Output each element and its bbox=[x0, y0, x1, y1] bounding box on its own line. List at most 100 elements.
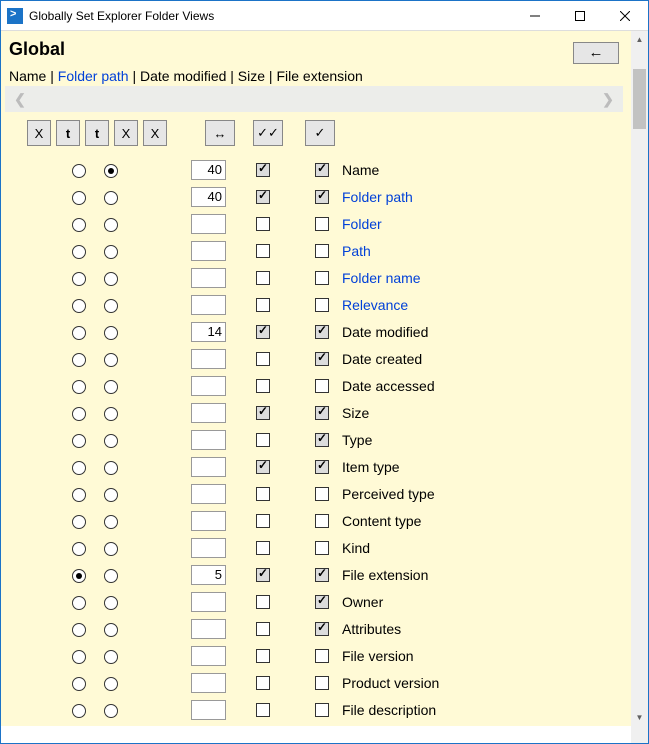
row-check-2[interactable] bbox=[315, 217, 329, 231]
row-check-1[interactable] bbox=[256, 244, 270, 258]
row-radio-2[interactable] bbox=[104, 380, 118, 394]
row-width-input[interactable] bbox=[191, 160, 226, 180]
row-radio-2[interactable] bbox=[104, 488, 118, 502]
row-radio-2[interactable] bbox=[104, 164, 118, 178]
row-check-1[interactable] bbox=[256, 190, 270, 204]
row-radio-2[interactable] bbox=[104, 677, 118, 691]
row-check-2[interactable] bbox=[315, 568, 329, 582]
row-radio-2[interactable] bbox=[104, 245, 118, 259]
row-width-input[interactable] bbox=[191, 646, 226, 666]
row-radio-1[interactable] bbox=[72, 380, 86, 394]
row-check-1[interactable] bbox=[256, 514, 270, 528]
row-width-input[interactable] bbox=[191, 376, 226, 396]
scrollbar-thumb[interactable] bbox=[633, 69, 646, 129]
row-check-2[interactable] bbox=[315, 676, 329, 690]
row-check-1[interactable] bbox=[256, 163, 270, 177]
row-check-1[interactable] bbox=[256, 703, 270, 717]
row-width-input[interactable] bbox=[191, 403, 226, 423]
row-check-2[interactable] bbox=[315, 649, 329, 663]
maximize-button[interactable] bbox=[557, 1, 602, 30]
row-check-2[interactable] bbox=[315, 244, 329, 258]
row-radio-1[interactable] bbox=[72, 326, 86, 340]
row-check-1[interactable] bbox=[256, 568, 270, 582]
row-check-1[interactable] bbox=[256, 325, 270, 339]
row-radio-2[interactable] bbox=[104, 596, 118, 610]
row-check-1[interactable] bbox=[256, 649, 270, 663]
row-check-1[interactable] bbox=[256, 433, 270, 447]
hdr-btn-check-one[interactable]: ✓ bbox=[305, 120, 335, 146]
row-check-1[interactable] bbox=[256, 217, 270, 231]
row-check-2[interactable] bbox=[315, 406, 329, 420]
row-check-2[interactable] bbox=[315, 622, 329, 636]
row-radio-2[interactable] bbox=[104, 569, 118, 583]
row-check-2[interactable] bbox=[315, 460, 329, 474]
row-check-2[interactable] bbox=[315, 325, 329, 339]
row-check-1[interactable] bbox=[256, 460, 270, 474]
scrollbar-down-icon[interactable]: ▼ bbox=[631, 709, 648, 726]
row-width-input[interactable] bbox=[191, 214, 226, 234]
row-width-input[interactable] bbox=[191, 322, 226, 342]
row-radio-2[interactable] bbox=[104, 299, 118, 313]
row-check-2[interactable] bbox=[315, 541, 329, 555]
row-radio-1[interactable] bbox=[72, 434, 86, 448]
row-check-1[interactable] bbox=[256, 595, 270, 609]
row-width-input[interactable] bbox=[191, 484, 226, 504]
row-check-1[interactable] bbox=[256, 676, 270, 690]
row-label[interactable]: Folder name bbox=[342, 270, 421, 286]
row-radio-1[interactable] bbox=[72, 569, 86, 583]
pager-right-icon[interactable]: ❯ bbox=[599, 91, 617, 108]
row-radio-2[interactable] bbox=[104, 704, 118, 718]
row-radio-2[interactable] bbox=[104, 407, 118, 421]
row-radio-2[interactable] bbox=[104, 326, 118, 340]
row-radio-2[interactable] bbox=[104, 191, 118, 205]
row-width-input[interactable] bbox=[191, 430, 226, 450]
row-radio-1[interactable] bbox=[72, 677, 86, 691]
row-check-1[interactable] bbox=[256, 352, 270, 366]
row-radio-2[interactable] bbox=[104, 461, 118, 475]
row-radio-1[interactable] bbox=[72, 623, 86, 637]
row-radio-1[interactable] bbox=[72, 191, 86, 205]
row-radio-1[interactable] bbox=[72, 272, 86, 286]
row-label[interactable]: Folder path bbox=[342, 189, 413, 205]
hdr-btn-width[interactable]: ↔ bbox=[205, 120, 235, 146]
row-width-input[interactable] bbox=[191, 349, 226, 369]
row-check-2[interactable] bbox=[315, 487, 329, 501]
row-width-input[interactable] bbox=[191, 592, 226, 612]
row-width-input[interactable] bbox=[191, 700, 226, 720]
row-check-2[interactable] bbox=[315, 190, 329, 204]
row-label[interactable]: Path bbox=[342, 243, 371, 259]
row-radio-2[interactable] bbox=[104, 650, 118, 664]
close-button[interactable] bbox=[602, 1, 648, 30]
row-width-input[interactable] bbox=[191, 268, 226, 288]
row-check-2[interactable] bbox=[315, 379, 329, 393]
row-check-2[interactable] bbox=[315, 514, 329, 528]
row-check-2[interactable] bbox=[315, 703, 329, 717]
pager-left-icon[interactable]: ❮ bbox=[11, 91, 29, 108]
row-radio-1[interactable] bbox=[72, 488, 86, 502]
row-check-2[interactable] bbox=[315, 433, 329, 447]
hdr-btn-t1[interactable]: t bbox=[56, 120, 80, 146]
row-check-2[interactable] bbox=[315, 271, 329, 285]
row-radio-1[interactable] bbox=[72, 515, 86, 529]
row-radio-1[interactable] bbox=[72, 704, 86, 718]
row-width-input[interactable] bbox=[191, 511, 226, 531]
row-check-1[interactable] bbox=[256, 298, 270, 312]
row-check-1[interactable] bbox=[256, 622, 270, 636]
row-radio-1[interactable] bbox=[72, 461, 86, 475]
hdr-btn-x1[interactable]: X bbox=[27, 120, 51, 146]
row-radio-1[interactable] bbox=[72, 245, 86, 259]
row-check-1[interactable] bbox=[256, 541, 270, 555]
row-width-input[interactable] bbox=[191, 187, 226, 207]
row-radio-2[interactable] bbox=[104, 515, 118, 529]
row-radio-2[interactable] bbox=[104, 272, 118, 286]
row-check-2[interactable] bbox=[315, 595, 329, 609]
horizontal-scrollbar[interactable] bbox=[1, 726, 631, 743]
row-radio-1[interactable] bbox=[72, 407, 86, 421]
vertical-scrollbar[interactable]: ▲ ▼ bbox=[631, 31, 648, 726]
row-check-1[interactable] bbox=[256, 406, 270, 420]
row-check-2[interactable] bbox=[315, 298, 329, 312]
row-radio-1[interactable] bbox=[72, 353, 86, 367]
row-label[interactable]: Relevance bbox=[342, 297, 408, 313]
hdr-btn-x3[interactable]: X bbox=[143, 120, 167, 146]
row-radio-2[interactable] bbox=[104, 218, 118, 232]
